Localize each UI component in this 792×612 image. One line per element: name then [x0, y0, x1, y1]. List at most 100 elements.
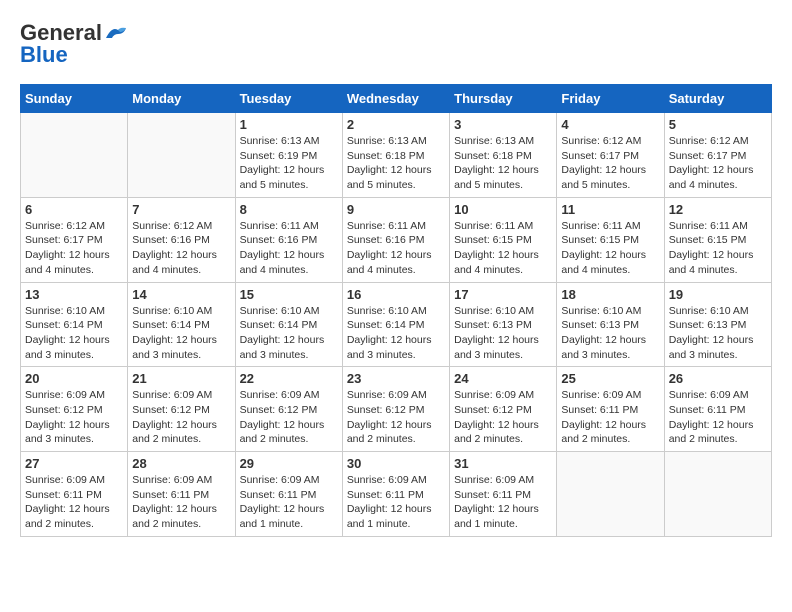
day-number: 27 — [25, 456, 123, 471]
day-number: 9 — [347, 202, 445, 217]
page-header: General Blue — [20, 20, 772, 68]
day-number: 20 — [25, 371, 123, 386]
calendar-cell: 20 Sunrise: 6:09 AM Sunset: 6:12 PM Dayli… — [21, 367, 128, 452]
weekday-header-friday: Friday — [557, 85, 664, 113]
day-number: 13 — [25, 287, 123, 302]
day-number: 1 — [240, 117, 338, 132]
day-content: Sunrise: 6:12 AM Sunset: 6:17 PM Dayligh… — [25, 219, 123, 278]
day-content: Sunrise: 6:09 AM Sunset: 6:11 PM Dayligh… — [454, 473, 552, 532]
day-content: Sunrise: 6:12 AM Sunset: 6:17 PM Dayligh… — [669, 134, 767, 193]
calendar-cell: 8Sunrise: 6:11 AM Sunset: 6:16 PM Daylig… — [235, 197, 342, 282]
day-number: 25 — [561, 371, 659, 386]
calendar-week-5: 27 Sunrise: 6:09 AM Sunset: 6:11 PM Dayli… — [21, 452, 772, 537]
calendar-week-1: 1 Sunrise: 6:13 AM Sunset: 6:19 PM Daylig… — [21, 113, 772, 198]
day-number: 31 — [454, 456, 552, 471]
calendar-cell — [664, 452, 771, 537]
weekday-header-wednesday: Wednesday — [342, 85, 449, 113]
calendar-cell: 5Sunrise: 6:12 AM Sunset: 6:17 PM Daylig… — [664, 113, 771, 198]
calendar-cell: 16 Sunrise: 6:10 AM Sunset: 6:14 PM Dayli… — [342, 282, 449, 367]
calendar-cell: 21 Sunrise: 6:09 AM Sunset: 6:12 PM Dayli… — [128, 367, 235, 452]
calendar-cell: 28 Sunrise: 6:09 AM Sunset: 6:11 PM Dayli… — [128, 452, 235, 537]
calendar-cell — [557, 452, 664, 537]
calendar-cell: 12Sunrise: 6:11 AM Sunset: 6:15 PM Dayli… — [664, 197, 771, 282]
day-number: 28 — [132, 456, 230, 471]
calendar-cell: 17 Sunrise: 6:10 AM Sunset: 6:13 PM Dayli… — [450, 282, 557, 367]
logo-blue: Blue — [20, 42, 68, 68]
calendar-cell: 9 Sunrise: 6:11 AM Sunset: 6:16 PM Daylig… — [342, 197, 449, 282]
calendar-cell: 26 Sunrise: 6:09 AM Sunset: 6:11 PM Dayli… — [664, 367, 771, 452]
day-content: Sunrise: 6:09 AM Sunset: 6:12 PM Dayligh… — [240, 388, 338, 447]
day-number: 10 — [454, 202, 552, 217]
calendar-cell: 19 Sunrise: 6:10 AM Sunset: 6:13 PM Dayli… — [664, 282, 771, 367]
day-number: 7 — [132, 202, 230, 217]
day-number: 15 — [240, 287, 338, 302]
day-number: 26 — [669, 371, 767, 386]
calendar-body: 1 Sunrise: 6:13 AM Sunset: 6:19 PM Daylig… — [21, 113, 772, 537]
calendar-cell: 11Sunrise: 6:11 AM Sunset: 6:15 PM Dayli… — [557, 197, 664, 282]
day-content: Sunrise: 6:09 AM Sunset: 6:11 PM Dayligh… — [669, 388, 767, 447]
day-number: 21 — [132, 371, 230, 386]
calendar-cell: 7Sunrise: 6:12 AM Sunset: 6:16 PM Daylig… — [128, 197, 235, 282]
day-content: Sunrise: 6:10 AM Sunset: 6:14 PM Dayligh… — [25, 304, 123, 363]
day-content: Sunrise: 6:11 AM Sunset: 6:15 PM Dayligh… — [561, 219, 659, 278]
day-content: Sunrise: 6:13 AM Sunset: 6:19 PM Dayligh… — [240, 134, 338, 193]
day-number: 16 — [347, 287, 445, 302]
calendar-cell: 18 Sunrise: 6:10 AM Sunset: 6:13 PM Dayli… — [557, 282, 664, 367]
day-content: Sunrise: 6:09 AM Sunset: 6:12 PM Dayligh… — [132, 388, 230, 447]
day-content: Sunrise: 6:09 AM Sunset: 6:12 PM Dayligh… — [347, 388, 445, 447]
weekday-header-saturday: Saturday — [664, 85, 771, 113]
day-content: Sunrise: 6:09 AM Sunset: 6:12 PM Dayligh… — [25, 388, 123, 447]
calendar-cell: 4 Sunrise: 6:12 AM Sunset: 6:17 PM Daylig… — [557, 113, 664, 198]
calendar-cell: 2 Sunrise: 6:13 AM Sunset: 6:18 PM Daylig… — [342, 113, 449, 198]
calendar-cell: 29 Sunrise: 6:09 AM Sunset: 6:11 PM Dayli… — [235, 452, 342, 537]
weekday-header-thursday: Thursday — [450, 85, 557, 113]
calendar-cell: 27 Sunrise: 6:09 AM Sunset: 6:11 PM Dayli… — [21, 452, 128, 537]
day-content: Sunrise: 6:10 AM Sunset: 6:13 PM Dayligh… — [669, 304, 767, 363]
calendar-week-4: 20 Sunrise: 6:09 AM Sunset: 6:12 PM Dayli… — [21, 367, 772, 452]
day-number: 14 — [132, 287, 230, 302]
day-number: 3 — [454, 117, 552, 132]
day-content: Sunrise: 6:10 AM Sunset: 6:13 PM Dayligh… — [454, 304, 552, 363]
day-content: Sunrise: 6:09 AM Sunset: 6:11 PM Dayligh… — [25, 473, 123, 532]
day-content: Sunrise: 6:09 AM Sunset: 6:11 PM Dayligh… — [132, 473, 230, 532]
day-number: 22 — [240, 371, 338, 386]
calendar-cell: 6Sunrise: 6:12 AM Sunset: 6:17 PM Daylig… — [21, 197, 128, 282]
day-number: 4 — [561, 117, 659, 132]
day-content: Sunrise: 6:13 AM Sunset: 6:18 PM Dayligh… — [454, 134, 552, 193]
weekday-header-tuesday: Tuesday — [235, 85, 342, 113]
day-number: 18 — [561, 287, 659, 302]
day-number: 8 — [240, 202, 338, 217]
calendar-week-3: 13 Sunrise: 6:10 AM Sunset: 6:14 PM Dayli… — [21, 282, 772, 367]
day-content: Sunrise: 6:09 AM Sunset: 6:11 PM Dayligh… — [240, 473, 338, 532]
day-content: Sunrise: 6:10 AM Sunset: 6:14 PM Dayligh… — [347, 304, 445, 363]
day-number: 23 — [347, 371, 445, 386]
day-number: 17 — [454, 287, 552, 302]
calendar-cell: 25 Sunrise: 6:09 AM Sunset: 6:11 PM Dayli… — [557, 367, 664, 452]
calendar-cell: 30Sunrise: 6:09 AM Sunset: 6:11 PM Dayli… — [342, 452, 449, 537]
day-content: Sunrise: 6:11 AM Sunset: 6:16 PM Dayligh… — [347, 219, 445, 278]
day-content: Sunrise: 6:09 AM Sunset: 6:11 PM Dayligh… — [561, 388, 659, 447]
day-content: Sunrise: 6:10 AM Sunset: 6:14 PM Dayligh… — [132, 304, 230, 363]
day-content: Sunrise: 6:10 AM Sunset: 6:13 PM Dayligh… — [561, 304, 659, 363]
day-number: 19 — [669, 287, 767, 302]
day-content: Sunrise: 6:10 AM Sunset: 6:14 PM Dayligh… — [240, 304, 338, 363]
day-content: Sunrise: 6:11 AM Sunset: 6:15 PM Dayligh… — [669, 219, 767, 278]
calendar-week-2: 6Sunrise: 6:12 AM Sunset: 6:17 PM Daylig… — [21, 197, 772, 282]
day-content: Sunrise: 6:13 AM Sunset: 6:18 PM Dayligh… — [347, 134, 445, 193]
calendar-cell: 22 Sunrise: 6:09 AM Sunset: 6:12 PM Dayli… — [235, 367, 342, 452]
day-content: Sunrise: 6:12 AM Sunset: 6:17 PM Dayligh… — [561, 134, 659, 193]
calendar-cell: 1 Sunrise: 6:13 AM Sunset: 6:19 PM Daylig… — [235, 113, 342, 198]
day-number: 29 — [240, 456, 338, 471]
calendar-cell: 15 Sunrise: 6:10 AM Sunset: 6:14 PM Dayli… — [235, 282, 342, 367]
calendar-cell: 23 Sunrise: 6:09 AM Sunset: 6:12 PM Dayli… — [342, 367, 449, 452]
day-number: 24 — [454, 371, 552, 386]
day-number: 2 — [347, 117, 445, 132]
weekday-header-sunday: Sunday — [21, 85, 128, 113]
calendar-header-row: SundayMondayTuesdayWednesdayThursdayFrid… — [21, 85, 772, 113]
day-content: Sunrise: 6:09 AM Sunset: 6:12 PM Dayligh… — [454, 388, 552, 447]
logo-bird-icon — [104, 24, 126, 42]
calendar-cell: 24 Sunrise: 6:09 AM Sunset: 6:12 PM Dayli… — [450, 367, 557, 452]
calendar-table: SundayMondayTuesdayWednesdayThursdayFrid… — [20, 84, 772, 537]
calendar-cell: 10Sunrise: 6:11 AM Sunset: 6:15 PM Dayli… — [450, 197, 557, 282]
calendar-cell — [21, 113, 128, 198]
